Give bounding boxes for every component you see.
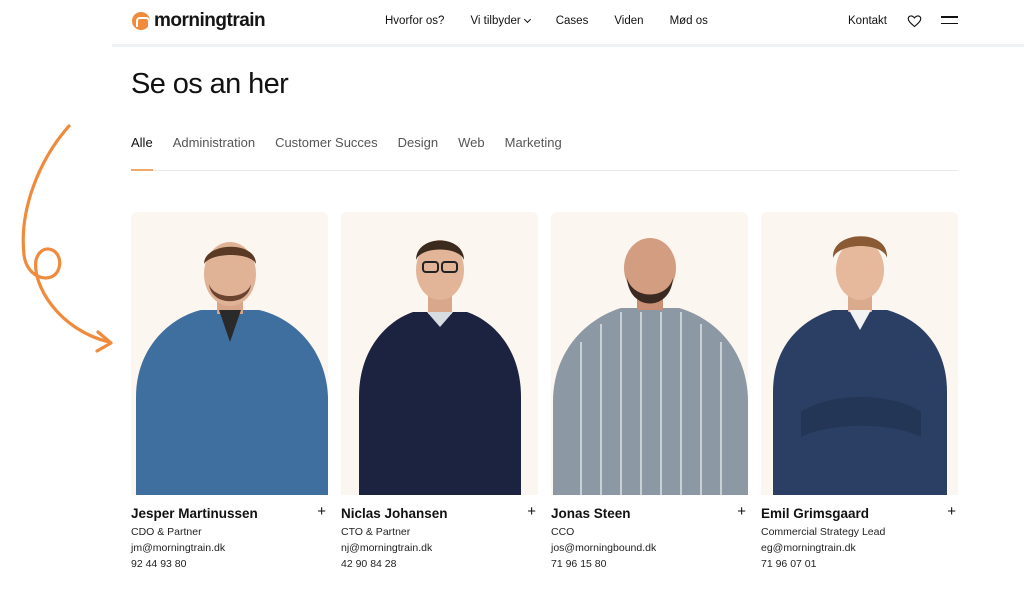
logo-text: morningtrain	[154, 10, 266, 31]
member-phone[interactable]: 71 96 07 01	[761, 558, 816, 570]
nav-item-hvorfor[interactable]: Hvorfor os?	[385, 15, 444, 27]
tab-design[interactable]: Design	[398, 135, 438, 150]
contact-link[interactable]: Kontakt	[848, 15, 887, 27]
person-photo-icon	[553, 238, 748, 495]
person-photo-icon	[136, 242, 328, 495]
nav-item-cases[interactable]: Cases	[556, 15, 589, 27]
member-phone[interactable]: 42 90 84 28	[341, 558, 396, 570]
member-name: Jonas Steen	[551, 506, 631, 521]
filter-tabs: Alle Administration Customer Succes Desi…	[131, 135, 562, 150]
member-role: Commercial Strategy Lead	[761, 526, 886, 538]
nav-item-label: Vi tilbyder	[470, 15, 521, 27]
nav-item-vi-tilbyder[interactable]: Vi tilbyder	[470, 15, 531, 27]
tab-marketing[interactable]: Marketing	[505, 135, 562, 150]
member-email[interactable]: nj@morningtrain.dk	[341, 542, 432, 554]
member-name: Niclas Johansen	[341, 506, 448, 521]
member-phone[interactable]: 92 44 93 80	[131, 558, 186, 570]
main-nav: Hvorfor os? Vi tilbyder Cases Viden Mød …	[385, 15, 708, 27]
page-title: Se os an her	[131, 68, 289, 100]
header-divider	[112, 44, 1024, 47]
member-phone[interactable]: 71 96 15 80	[551, 558, 606, 570]
person-photo-icon	[359, 240, 521, 495]
expand-plus-icon[interactable]: +	[737, 504, 746, 519]
logo-mark-icon	[132, 12, 150, 30]
tab-customer-succes[interactable]: Customer Succes	[275, 135, 378, 150]
member-role: CCO	[551, 526, 575, 538]
team-card[interactable]: Jonas Steen + CCO jos@morningbound.dk 71…	[551, 212, 748, 570]
tab-web[interactable]: Web	[458, 135, 485, 150]
team-card[interactable]: Jesper Martinussen + CDO & Partner jm@mo…	[131, 212, 328, 570]
tab-administration[interactable]: Administration	[173, 135, 255, 150]
active-tab-indicator	[131, 169, 153, 171]
team-card[interactable]: Emil Grimsgaard + Commercial Strategy Le…	[761, 212, 958, 570]
team-photo	[341, 212, 538, 495]
team-photo	[551, 212, 748, 495]
tab-alle[interactable]: Alle	[131, 135, 153, 150]
tabs-divider	[131, 170, 958, 171]
member-email[interactable]: jm@morningtrain.dk	[131, 542, 225, 554]
team-photo	[131, 212, 328, 495]
member-name: Jesper Martinussen	[131, 506, 258, 521]
team-card[interactable]: Niclas Johansen + CTO & Partner nj@morni…	[341, 212, 538, 570]
expand-plus-icon[interactable]: +	[317, 504, 326, 519]
member-email[interactable]: jos@morningbound.dk	[551, 542, 656, 554]
chevron-down-icon	[523, 15, 531, 24]
nav-item-viden[interactable]: Viden	[614, 15, 643, 27]
expand-plus-icon[interactable]: +	[527, 504, 536, 519]
member-role: CDO & Partner	[131, 526, 202, 538]
site-header: morningtrain Hvorfor os? Vi tilbyder Cas…	[0, 0, 1024, 47]
person-photo-icon	[773, 236, 947, 495]
expand-plus-icon[interactable]: +	[947, 504, 956, 519]
member-role: CTO & Partner	[341, 526, 411, 538]
nav-item-mod-os[interactable]: Mød os	[670, 15, 708, 27]
heart-icon[interactable]	[907, 14, 922, 29]
member-email[interactable]: eg@morningtrain.dk	[761, 542, 856, 554]
team-photo	[761, 212, 958, 495]
member-name: Emil Grimsgaard	[761, 506, 870, 521]
decorative-arrow-icon	[21, 124, 113, 353]
logo[interactable]: morningtrain	[132, 10, 266, 32]
menu-icon[interactable]	[941, 16, 958, 26]
